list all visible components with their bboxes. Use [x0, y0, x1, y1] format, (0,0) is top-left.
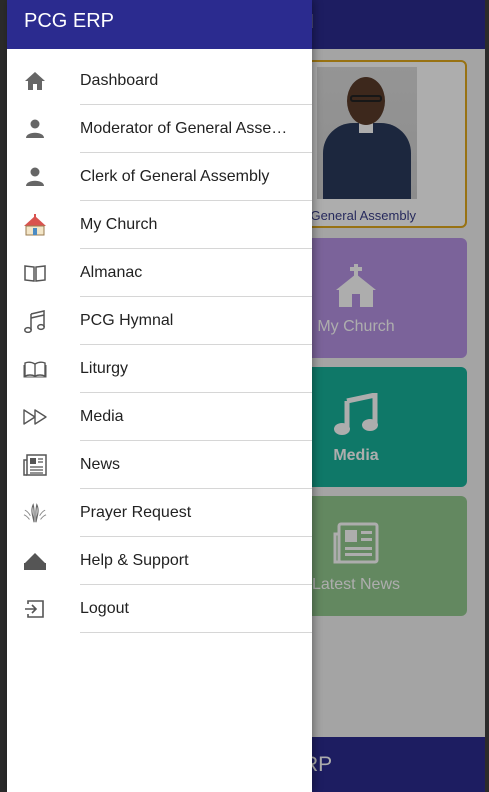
drawer-menu: Dashboard Moderator of General Assembly … — [7, 57, 312, 633]
church-icon — [23, 213, 47, 237]
menu-item-my-church[interactable]: My Church — [7, 201, 312, 249]
menu-item-label: Liturgy — [80, 360, 129, 377]
menu-item-label: Logout — [80, 600, 129, 617]
menu-item-label: News — [80, 456, 121, 473]
menu-item-label: PCG Hymnal — [80, 312, 174, 329]
logout-icon — [23, 597, 47, 621]
menu-item-news[interactable]: News — [7, 441, 312, 489]
device-frame-right — [485, 0, 489, 792]
menu-item-label: Almanac — [80, 264, 143, 281]
menu-item-moderator[interactable]: Moderator of General Assembly — [7, 105, 312, 153]
newspaper-icon — [23, 453, 47, 477]
music-note-icon — [23, 309, 47, 333]
menu-item-pcg-hymnal[interactable]: PCG Hymnal — [7, 297, 312, 345]
menu-item-label: Moderator of General Assembly — [80, 120, 295, 137]
menu-item-label: Clerk of General Assembly — [80, 168, 270, 185]
device-frame-left — [0, 0, 7, 792]
navigation-drawer: PCG ERP Dashboard Moderator of General A… — [7, 0, 312, 792]
menu-item-dashboard[interactable]: Dashboard — [7, 57, 312, 105]
fast-forward-icon — [23, 405, 47, 429]
menu-item-media[interactable]: Media — [7, 393, 312, 441]
book-icon — [23, 261, 47, 285]
menu-item-prayer-request[interactable]: Prayer Request — [7, 489, 312, 537]
person-icon — [23, 165, 47, 189]
menu-item-label: Help & Support — [80, 552, 189, 569]
drawer-header: PCG ERP — [7, 0, 312, 49]
praying-hands-icon — [23, 501, 47, 525]
menu-item-label: Media — [80, 408, 124, 425]
menu-item-clerk[interactable]: Clerk of General Assembly — [7, 153, 312, 201]
menu-item-almanac[interactable]: Almanac — [7, 249, 312, 297]
menu-item-label: My Church — [80, 216, 158, 233]
menu-item-label: Prayer Request — [80, 504, 192, 521]
person-icon — [23, 117, 47, 141]
drawer-title: PCG ERP — [24, 10, 115, 32]
menu-item-label: Dashboard — [80, 72, 159, 89]
home-icon — [23, 69, 47, 93]
menu-item-logout[interactable]: Logout — [7, 585, 312, 633]
menu-divider — [80, 632, 312, 633]
support-icon — [23, 549, 47, 573]
menu-item-help-support[interactable]: Help & Support — [7, 537, 312, 585]
menu-item-liturgy[interactable]: Liturgy — [7, 345, 312, 393]
open-book-icon — [23, 357, 47, 381]
